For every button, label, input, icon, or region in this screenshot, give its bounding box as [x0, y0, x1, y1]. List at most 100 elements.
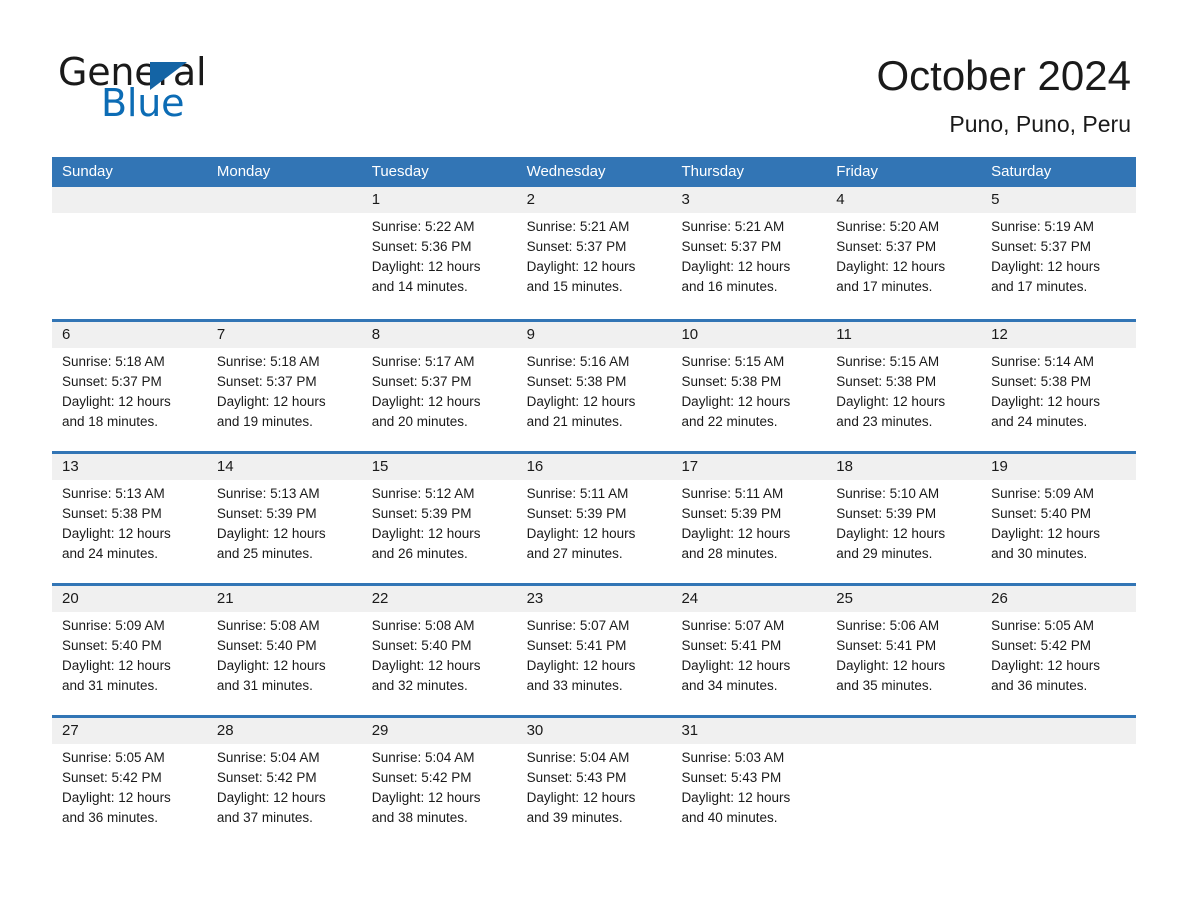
general-blue-logo[interactable]: General Blue: [58, 52, 358, 132]
day-sun-info: Sunrise: 5:05 AM Sunset: 5:42 PM Daylight:…: [62, 748, 201, 828]
day-sun-info: Sunrise: 5:11 AM Sunset: 5:39 PM Daylight:…: [527, 484, 666, 564]
day-number: 5: [991, 191, 1000, 208]
sunset-text: Sunset: 5:39 PM: [216, 506, 317, 521]
day-number: 21: [216, 590, 234, 607]
daylight-text-line2: and 15 minutes.: [526, 279, 623, 294]
day-number: 22: [371, 590, 389, 607]
daylight-text-line1: Daylight: 12 hours: [371, 790, 481, 805]
day-cell[interactable]: 16 Sunrise: 5:11 AM Sunset: 5:39 PM Dayligh…: [517, 454, 672, 583]
day-cell[interactable]: 23 Sunrise: 5:07 AM Sunset: 5:41 PM Dayligh…: [517, 586, 672, 715]
weekday-thursday: Thursday: [681, 163, 744, 180]
day-number: 1: [371, 191, 381, 208]
daylight-text-line2: and 32 minutes.: [371, 678, 468, 693]
day-cell[interactable]: 9 Sunrise: 5:16 AM Sunset: 5:38 PM Daylight…: [517, 322, 672, 451]
day-number: 7: [216, 326, 226, 343]
sunrise-text: Sunrise: 5:17 AM: [371, 354, 475, 369]
day-cell[interactable]: 3 Sunrise: 5:21 AM Sunset: 5:37 PM Daylight…: [671, 187, 826, 319]
day-number: 2: [526, 191, 535, 208]
day-sun-info: Sunrise: 5:06 AM Sunset: 5:41 PM Daylight:…: [836, 616, 975, 696]
day-number: 26: [991, 590, 1008, 607]
sunrise-text: Sunrise: 5:18 AM: [216, 354, 320, 369]
day-sun-info: Sunrise: 5:09 AM Sunset: 5:40 PM Daylight:…: [991, 484, 1130, 564]
day-cell[interactable]: 21 Sunrise: 5:08 AM Sunset: 5:40 PM Dayligh…: [207, 586, 362, 715]
daylight-text-line2: and 24 minutes.: [62, 546, 159, 561]
calendar-week-cells: 6 Sunrise: 5:18 AM Sunset: 5:37 PM Daylight…: [52, 322, 1136, 451]
sunset-text: Sunset: 5:38 PM: [681, 374, 782, 389]
day-number: 17: [681, 458, 699, 475]
sunrise-text: Sunrise: 5:07 AM: [526, 618, 630, 633]
daylight-text-line1: Daylight: 12 hours: [62, 526, 171, 541]
sunset-text: Sunset: 5:38 PM: [991, 374, 1091, 389]
day-cell[interactable]: 10 Sunrise: 5:15 AM Sunset: 5:38 PM Dayligh…: [671, 322, 826, 451]
day-cell[interactable]: 13 Sunrise: 5:13 AM Sunset: 5:38 PM Dayligh…: [52, 454, 207, 583]
day-sun-info: Sunrise: 5:04 AM Sunset: 5:43 PM Daylight:…: [527, 748, 666, 828]
day-cell[interactable]: 5 Sunrise: 5:19 AM Sunset: 5:37 PM Daylight…: [981, 187, 1136, 319]
day-cell[interactable]: 4 Sunrise: 5:20 AM Sunset: 5:37 PM Daylight…: [826, 187, 981, 319]
daylight-text-line1: Daylight: 12 hours: [991, 394, 1100, 409]
sunrise-text: Sunrise: 5:08 AM: [216, 618, 320, 633]
daylight-text-line2: and 14 minutes.: [371, 279, 468, 294]
day-cell[interactable]: 26 Sunrise: 5:05 AM Sunset: 5:42 PM Dayligh…: [981, 586, 1136, 715]
day-cell[interactable]: 19 Sunrise: 5:09 AM Sunset: 5:40 PM Dayligh…: [981, 454, 1136, 583]
daylight-text-line1: Daylight: 12 hours: [991, 259, 1100, 274]
day-cell[interactable]: 12 Sunrise: 5:14 AM Sunset: 5:38 PM Dayligh…: [981, 322, 1136, 451]
day-cell[interactable]: 25 Sunrise: 5:06 AM Sunset: 5:41 PM Dayligh…: [826, 586, 981, 715]
day-cell[interactable]: 15 Sunrise: 5:12 AM Sunset: 5:39 PM Dayligh…: [362, 454, 517, 583]
day-cell[interactable]: 17 Sunrise: 5:11 AM Sunset: 5:39 PM Dayligh…: [671, 454, 826, 583]
day-number: 13: [62, 458, 79, 475]
daylight-text-line1: Daylight: 12 hours: [62, 394, 171, 409]
day-cell[interactable]: 27 Sunrise: 5:05 AM Sunset: 5:42 PM Dayligh…: [52, 718, 207, 847]
day-cell[interactable]: 31 Sunrise: 5:03 AM Sunset: 5:43 PM Dayligh…: [671, 718, 826, 847]
calendar-weeks: 1 Sunrise: 5:22 AM Sunset: 5:36 PM Daylight…: [52, 187, 1136, 847]
sunrise-text: Sunrise: 5:15 AM: [681, 354, 785, 369]
day-number: 27: [62, 722, 79, 739]
sunset-text: Sunset: 5:38 PM: [62, 506, 162, 521]
daylight-text-line1: Daylight: 12 hours: [526, 259, 636, 274]
day-cell[interactable]: 30 Sunrise: 5:04 AM Sunset: 5:43 PM Dayligh…: [517, 718, 672, 847]
day-cell[interactable]: 1 Sunrise: 5:22 AM Sunset: 5:36 PM Daylight…: [362, 187, 517, 319]
daylight-text-line1: Daylight: 12 hours: [216, 790, 326, 805]
day-cell-empty: [207, 187, 362, 319]
daylight-text-line1: Daylight: 12 hours: [371, 526, 481, 541]
weekday-tuesday: Tuesday: [371, 163, 429, 180]
sunset-text: Sunset: 5:37 PM: [62, 374, 162, 389]
day-cell[interactable]: 22 Sunrise: 5:08 AM Sunset: 5:40 PM Dayligh…: [362, 586, 517, 715]
sunrise-text: Sunrise: 5:11 AM: [681, 486, 784, 501]
day-number: 6: [62, 326, 71, 343]
day-number: 28: [216, 722, 234, 739]
day-cell-empty: [52, 187, 207, 319]
day-cell[interactable]: 7 Sunrise: 5:18 AM Sunset: 5:37 PM Daylight…: [207, 322, 362, 451]
day-sun-info: Sunrise: 5:04 AM Sunset: 5:42 PM Daylight:…: [372, 748, 511, 828]
day-cell[interactable]: 29 Sunrise: 5:04 AM Sunset: 5:42 PM Dayligh…: [362, 718, 517, 847]
sunset-text: Sunset: 5:43 PM: [681, 770, 782, 785]
day-cell[interactable]: 14 Sunrise: 5:13 AM Sunset: 5:39 PM Dayligh…: [207, 454, 362, 583]
sunset-text: Sunset: 5:37 PM: [836, 239, 937, 254]
day-cell[interactable]: 24 Sunrise: 5:07 AM Sunset: 5:41 PM Dayligh…: [671, 586, 826, 715]
sunrise-text: Sunrise: 5:08 AM: [371, 618, 475, 633]
location-subtitle: Puno, Puno, Peru: [949, 111, 1131, 137]
day-cell[interactable]: 18 Sunrise: 5:10 AM Sunset: 5:39 PM Dayligh…: [826, 454, 981, 583]
calendar-week-row: 13 Sunrise: 5:13 AM Sunset: 5:38 PM Dayligh…: [52, 451, 1136, 583]
day-sun-info: Sunrise: 5:08 AM Sunset: 5:40 PM Daylight:…: [372, 616, 511, 696]
sunset-text: Sunset: 5:40 PM: [991, 506, 1091, 521]
daylight-text-line2: and 29 minutes.: [836, 546, 933, 561]
day-cell[interactable]: 6 Sunrise: 5:18 AM Sunset: 5:37 PM Daylight…: [52, 322, 207, 451]
daylight-text-line2: and 19 minutes.: [216, 414, 313, 429]
day-number: 31: [681, 722, 699, 739]
sunset-text: Sunset: 5:39 PM: [681, 506, 782, 521]
sunrise-text: Sunrise: 5:09 AM: [991, 486, 1094, 501]
daylight-text-line2: and 31 minutes.: [62, 678, 159, 693]
daylight-text-line2: and 40 minutes.: [681, 810, 778, 825]
day-cell[interactable]: 20 Sunrise: 5:09 AM Sunset: 5:40 PM Dayligh…: [52, 586, 207, 715]
day-cell[interactable]: 2 Sunrise: 5:21 AM Sunset: 5:37 PM Daylight…: [517, 187, 672, 319]
day-cell[interactable]: 28 Sunrise: 5:04 AM Sunset: 5:42 PM Dayligh…: [207, 718, 362, 847]
daylight-text-line2: and 31 minutes.: [216, 678, 313, 693]
day-sun-info: Sunrise: 5:19 AM Sunset: 5:37 PM Daylight:…: [991, 217, 1130, 297]
daylight-text-line2: and 18 minutes.: [62, 414, 159, 429]
daylight-text-line1: Daylight: 12 hours: [216, 394, 326, 409]
day-cell[interactable]: 11 Sunrise: 5:15 AM Sunset: 5:38 PM Dayligh…: [826, 322, 981, 451]
day-number: 20: [62, 590, 79, 607]
day-cell[interactable]: 8 Sunrise: 5:17 AM Sunset: 5:37 PM Daylight…: [362, 322, 517, 451]
sunrise-text: Sunrise: 5:06 AM: [836, 618, 940, 633]
day-sun-info: Sunrise: 5:15 AM Sunset: 5:38 PM Daylight:…: [836, 352, 975, 432]
